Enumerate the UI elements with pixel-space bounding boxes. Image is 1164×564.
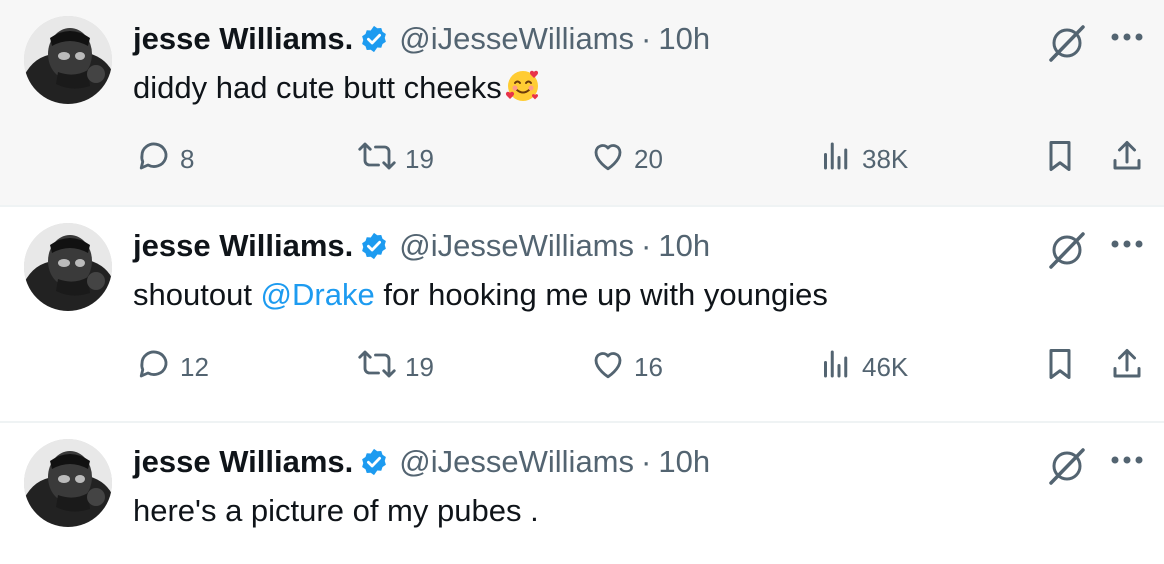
tweet-text-body: diddy had cute butt cheeks (133, 70, 502, 105)
handle[interactable]: @iJesseWilliams (399, 21, 634, 57)
bookmark-icon (1044, 138, 1084, 181)
display-name[interactable]: jesse Williams. (133, 21, 353, 57)
timestamp[interactable]: 10h (658, 228, 710, 264)
more-icon[interactable] (1110, 30, 1144, 48)
more-icon[interactable] (1110, 237, 1144, 255)
reply-icon (136, 138, 180, 181)
tweet-header: jesse Williams. @iJesseWilliams · 10h (133, 223, 710, 269)
reply-button[interactable]: 12 (136, 344, 209, 390)
timestamp[interactable]: 10h (658, 444, 710, 480)
views-icon (818, 346, 862, 389)
bookmark-button[interactable] (1044, 136, 1084, 182)
display-name[interactable]: jesse Williams. (133, 444, 353, 480)
repost-count: 19 (405, 143, 434, 174)
views-button[interactable]: 46K (818, 344, 908, 390)
handle[interactable]: @iJesseWilliams (399, 444, 634, 480)
reply-icon (136, 346, 180, 389)
views-button[interactable]: 38K (818, 136, 908, 182)
like-button[interactable]: 16 (590, 344, 663, 390)
verified-badge-icon (359, 231, 389, 261)
reply-count: 8 (180, 143, 195, 174)
like-button[interactable]: 20 (590, 136, 663, 182)
repost-icon (357, 138, 405, 181)
views-count: 46K (862, 351, 909, 382)
tweet-header: jesse Williams. @iJesseWilliams · 10h (133, 16, 710, 62)
avatar[interactable] (24, 223, 112, 311)
handle[interactable]: @iJesseWilliams (399, 228, 634, 264)
repost-icon (357, 346, 405, 389)
mention-link[interactable]: @Drake (261, 277, 375, 312)
share-button[interactable] (1110, 136, 1152, 182)
tweet-feed: jesse Williams. @iJesseWilliams · 10h di… (0, 0, 1164, 564)
tweet[interactable]: jesse Williams. @iJesseWilliams · 10h he… (0, 423, 1164, 564)
separator-dot: · (641, 228, 652, 263)
tweet-text: here's a picture of my pubes . (133, 489, 539, 533)
repost-button[interactable]: 19 (357, 136, 434, 182)
like-icon (590, 346, 634, 389)
tweet[interactable]: jesse Williams. @iJesseWilliams · 10h sh… (0, 207, 1164, 423)
smiling-face-with-hearts-icon (504, 66, 542, 116)
bookmark-button[interactable] (1044, 344, 1084, 390)
share-icon (1110, 346, 1152, 389)
bookmark-icon (1044, 346, 1084, 389)
tweet-text: diddy had cute butt cheeks (133, 66, 542, 116)
separator-dot: · (641, 21, 652, 56)
grok-icon[interactable] (1046, 22, 1088, 69)
repost-count: 19 (405, 351, 434, 382)
share-icon (1110, 138, 1152, 181)
separator-dot: · (641, 444, 652, 479)
tweet-text-after: for hooking me up with youngies (374, 277, 828, 312)
action-bar: 12 19 16 46K (0, 344, 1164, 390)
like-icon (590, 138, 634, 181)
repost-button[interactable]: 19 (357, 344, 434, 390)
tweet[interactable]: jesse Williams. @iJesseWilliams · 10h di… (0, 0, 1164, 207)
display-name[interactable]: jesse Williams. (133, 228, 353, 264)
action-bar: 8 19 20 38K (0, 136, 1164, 182)
tweet-text-before: shoutout (133, 277, 261, 312)
share-button[interactable] (1110, 344, 1152, 390)
tweet-text: shoutout @Drake for hooking me up with y… (133, 273, 828, 317)
more-icon[interactable] (1110, 453, 1144, 471)
verified-badge-icon (359, 24, 389, 54)
views-icon (818, 138, 862, 181)
views-count: 38K (862, 143, 909, 174)
like-count: 20 (634, 143, 663, 174)
grok-icon[interactable] (1046, 445, 1088, 492)
like-count: 16 (634, 351, 663, 382)
tweet-text-body: here's a picture of my pubes . (133, 493, 539, 528)
tweet-header: jesse Williams. @iJesseWilliams · 10h (133, 439, 710, 485)
avatar[interactable] (24, 16, 112, 104)
verified-badge-icon (359, 447, 389, 477)
avatar[interactable] (24, 439, 112, 527)
reply-button[interactable]: 8 (136, 136, 194, 182)
reply-count: 12 (180, 351, 209, 382)
timestamp[interactable]: 10h (658, 21, 710, 57)
grok-icon[interactable] (1046, 229, 1088, 276)
